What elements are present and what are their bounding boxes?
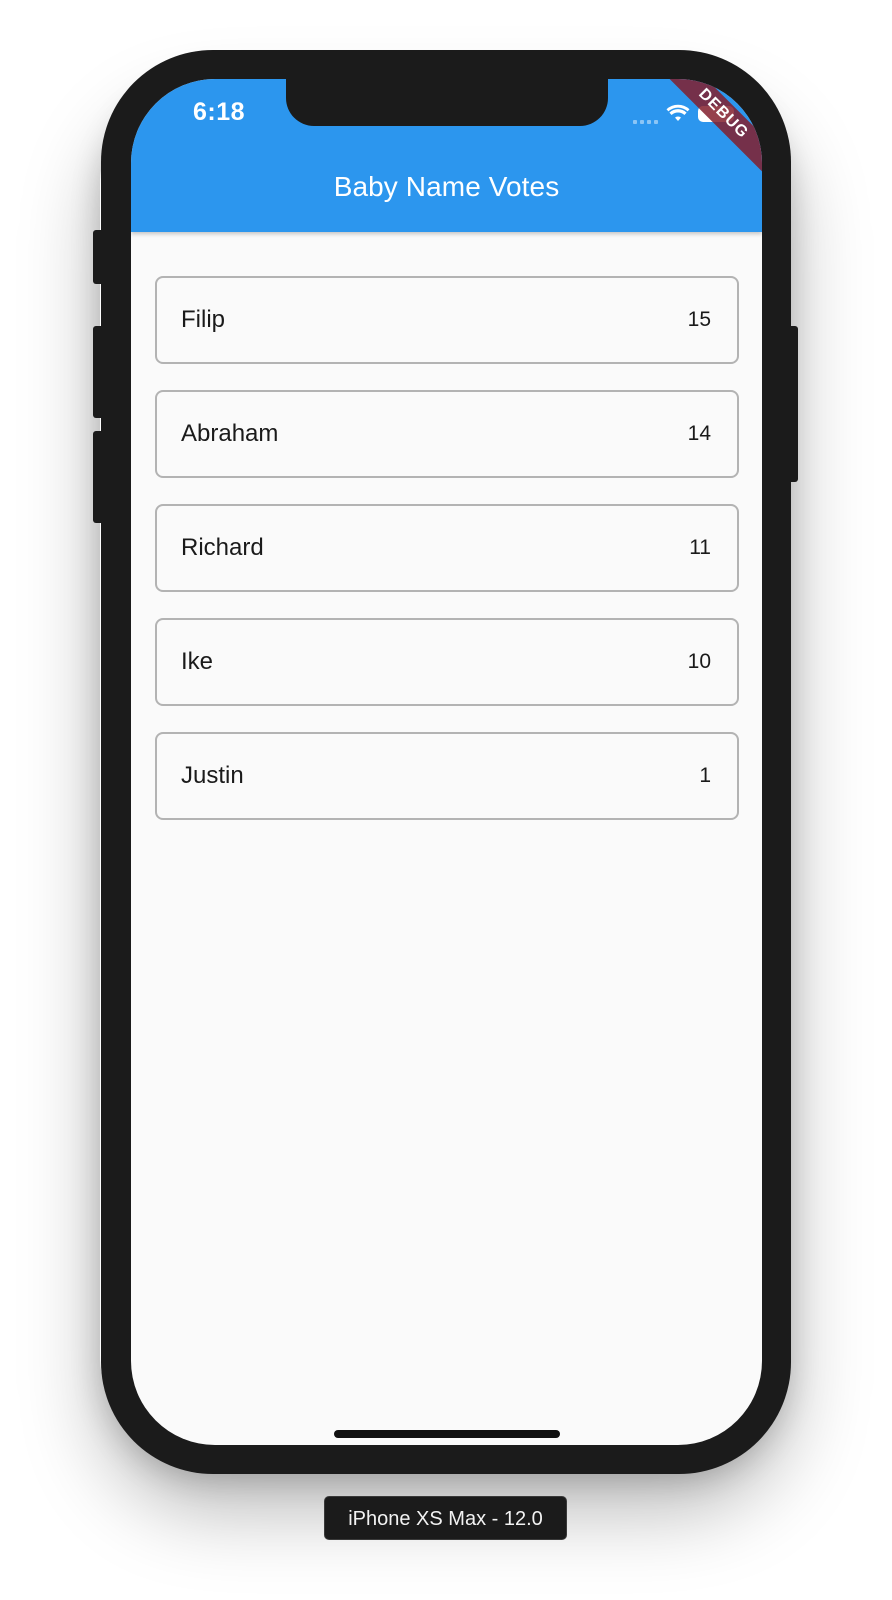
vote-count: 1: [699, 764, 711, 787]
list-item[interactable]: Filip 15: [155, 276, 739, 364]
vote-count: 10: [687, 650, 711, 673]
device-notch: [286, 79, 608, 126]
list-item[interactable]: Ike 10: [155, 618, 739, 706]
home-indicator[interactable]: [334, 1430, 560, 1438]
vote-count: 15: [687, 308, 711, 331]
vote-name: Richard: [181, 534, 264, 561]
status-time: 6:18: [193, 98, 246, 126]
list-item[interactable]: Richard 11: [155, 504, 739, 592]
signal-icon: [633, 104, 658, 124]
simulator-stage: 6:18 Baby Name Votes DEBUG Filip 15 Abra…: [0, 0, 892, 1600]
list-item[interactable]: Abraham 14: [155, 390, 739, 478]
vote-name: Justin: [181, 762, 244, 789]
vote-name: Ike: [181, 648, 214, 675]
device-screen: 6:18 Baby Name Votes DEBUG Filip 15 Abra…: [131, 79, 762, 1445]
vote-list: Filip 15 Abraham 14 Richard 11 Ike 10 Ju…: [155, 276, 739, 846]
device-label: iPhone XS Max - 12.0: [324, 1496, 567, 1540]
vote-count: 11: [689, 536, 711, 559]
list-item[interactable]: Justin 1: [155, 732, 739, 820]
wifi-icon: [666, 104, 690, 124]
vote-name: Abraham: [181, 420, 279, 447]
vote-name: Filip: [181, 306, 226, 333]
vote-count: 14: [687, 422, 711, 445]
page-title: Baby Name Votes: [333, 171, 560, 202]
